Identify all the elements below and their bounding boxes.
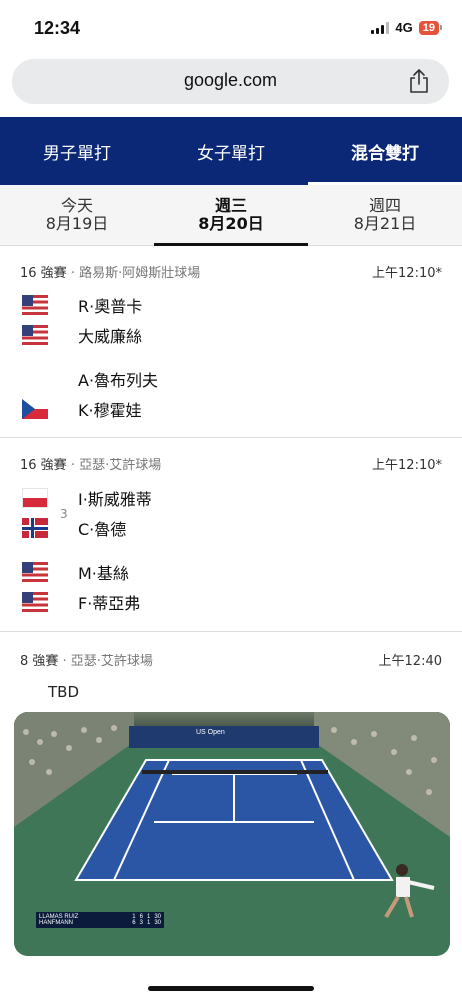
date-tab-day: 週三 bbox=[214, 196, 247, 215]
seed-number: 3 bbox=[60, 507, 68, 521]
tab-mens-singles[interactable]: 男子單打 bbox=[0, 117, 154, 185]
scoreboard: LLAMAS RUIZ 1 6 1 30 HANFMANN 6 3 1 30 bbox=[36, 912, 164, 928]
category-tabs: 男子單打 女子單打 混合雙打 bbox=[0, 117, 462, 185]
match-header: 8 強賽 · 亞瑟·艾許球場 上午12:40 bbox=[20, 650, 442, 669]
poland-flag-icon bbox=[22, 488, 48, 508]
date-tab-today[interactable]: 今天 8月19日 bbox=[0, 185, 154, 245]
match-venue: · 亞瑟·艾許球場 bbox=[66, 458, 162, 473]
status-bar: 12:34 4G 19 bbox=[0, 0, 462, 58]
status-indicators: 4G 19 bbox=[371, 20, 442, 35]
tab-mixed-doubles[interactable]: 混合雙打 bbox=[308, 117, 462, 185]
network-label: 4G bbox=[395, 20, 413, 35]
us-flag-icon bbox=[22, 325, 48, 345]
match-video-player[interactable]: LLAMAS RUIZ 1 6 1 30 HANFMANN 6 3 1 30 U… bbox=[14, 712, 450, 956]
player-name: C·魯德 bbox=[78, 520, 127, 539]
player-name: F·蒂亞弗 bbox=[78, 594, 141, 613]
czech-flag-icon bbox=[22, 399, 48, 419]
date-tab-wednesday[interactable]: 週三 8月20日 bbox=[154, 185, 308, 246]
scoreboard-row: HANFMANN 6 3 1 30 bbox=[39, 920, 161, 926]
player-name: 大威廉絲 bbox=[78, 327, 143, 346]
address-bar[interactable]: google.com bbox=[12, 59, 449, 104]
match-time: 上午12:10* bbox=[372, 458, 442, 473]
date-tab-date: 8月19日 bbox=[45, 214, 109, 233]
match-header: 16 強賽 · 亞瑟·艾許球場 上午12:10* bbox=[20, 454, 442, 473]
signal-icon bbox=[371, 21, 390, 34]
home-indicator[interactable] bbox=[148, 986, 314, 991]
match-round: 16 強賽 bbox=[20, 458, 67, 473]
match-card[interactable]: 16 強賽 · 路易斯·阿姆斯壯球場 上午12:10* R·奧普卡 大威廉絲 A… bbox=[0, 246, 462, 438]
status-time: 12:34 bbox=[34, 18, 81, 38]
player-name: K·穆霍娃 bbox=[78, 401, 142, 420]
player-name: R·奧普卡 bbox=[78, 297, 143, 316]
match-round: 8 強賽 bbox=[20, 654, 59, 669]
match-round: 16 強賽 bbox=[20, 266, 67, 281]
date-tab-date: 8月20日 bbox=[198, 214, 264, 233]
match-card[interactable]: 16 強賽 · 亞瑟·艾許球場 上午12:10* I·斯威雅蒂 3 C·魯德 M… bbox=[0, 438, 462, 632]
norway-flag-icon bbox=[22, 518, 48, 538]
battery-level: 19 bbox=[418, 20, 439, 35]
battery-icon: 19 bbox=[418, 20, 442, 35]
match-venue: · 亞瑟·艾許球場 bbox=[58, 654, 153, 669]
match-time: 上午12:10* bbox=[372, 266, 442, 281]
date-tab-day: 今天 bbox=[60, 196, 93, 215]
player-name: I·斯威雅蒂 bbox=[78, 490, 152, 509]
match-header: 16 強賽 · 路易斯·阿姆斯壯球場 上午12:10* bbox=[20, 262, 442, 281]
url-text[interactable]: google.com bbox=[12, 70, 449, 91]
date-tabs: 今天 8月19日 週三 8月20日 週四 8月21日 bbox=[0, 185, 462, 246]
date-tab-date: 8月21日 bbox=[353, 214, 417, 233]
scoreboard-player: HANFMANN bbox=[39, 920, 73, 926]
tab-womens-singles[interactable]: 女子單打 bbox=[154, 117, 308, 185]
us-flag-icon bbox=[22, 562, 48, 582]
date-tab-thursday[interactable]: 週四 8月21日 bbox=[308, 185, 462, 245]
share-icon[interactable] bbox=[407, 68, 431, 94]
scoreboard-scores: 6 3 1 30 bbox=[132, 920, 161, 926]
us-flag-icon bbox=[22, 295, 48, 315]
player-name: A·魯布列夫 bbox=[78, 371, 159, 390]
us-flag-icon bbox=[22, 592, 48, 612]
court-banner-text: US Open bbox=[196, 729, 225, 736]
player-name: M·基絲 bbox=[78, 564, 129, 583]
match-time: 上午12:40 bbox=[378, 654, 442, 669]
date-tab-day: 週四 bbox=[368, 196, 401, 215]
match-venue: · 路易斯·阿姆斯壯球場 bbox=[66, 266, 201, 281]
tbd-label: TBD bbox=[48, 683, 80, 701]
